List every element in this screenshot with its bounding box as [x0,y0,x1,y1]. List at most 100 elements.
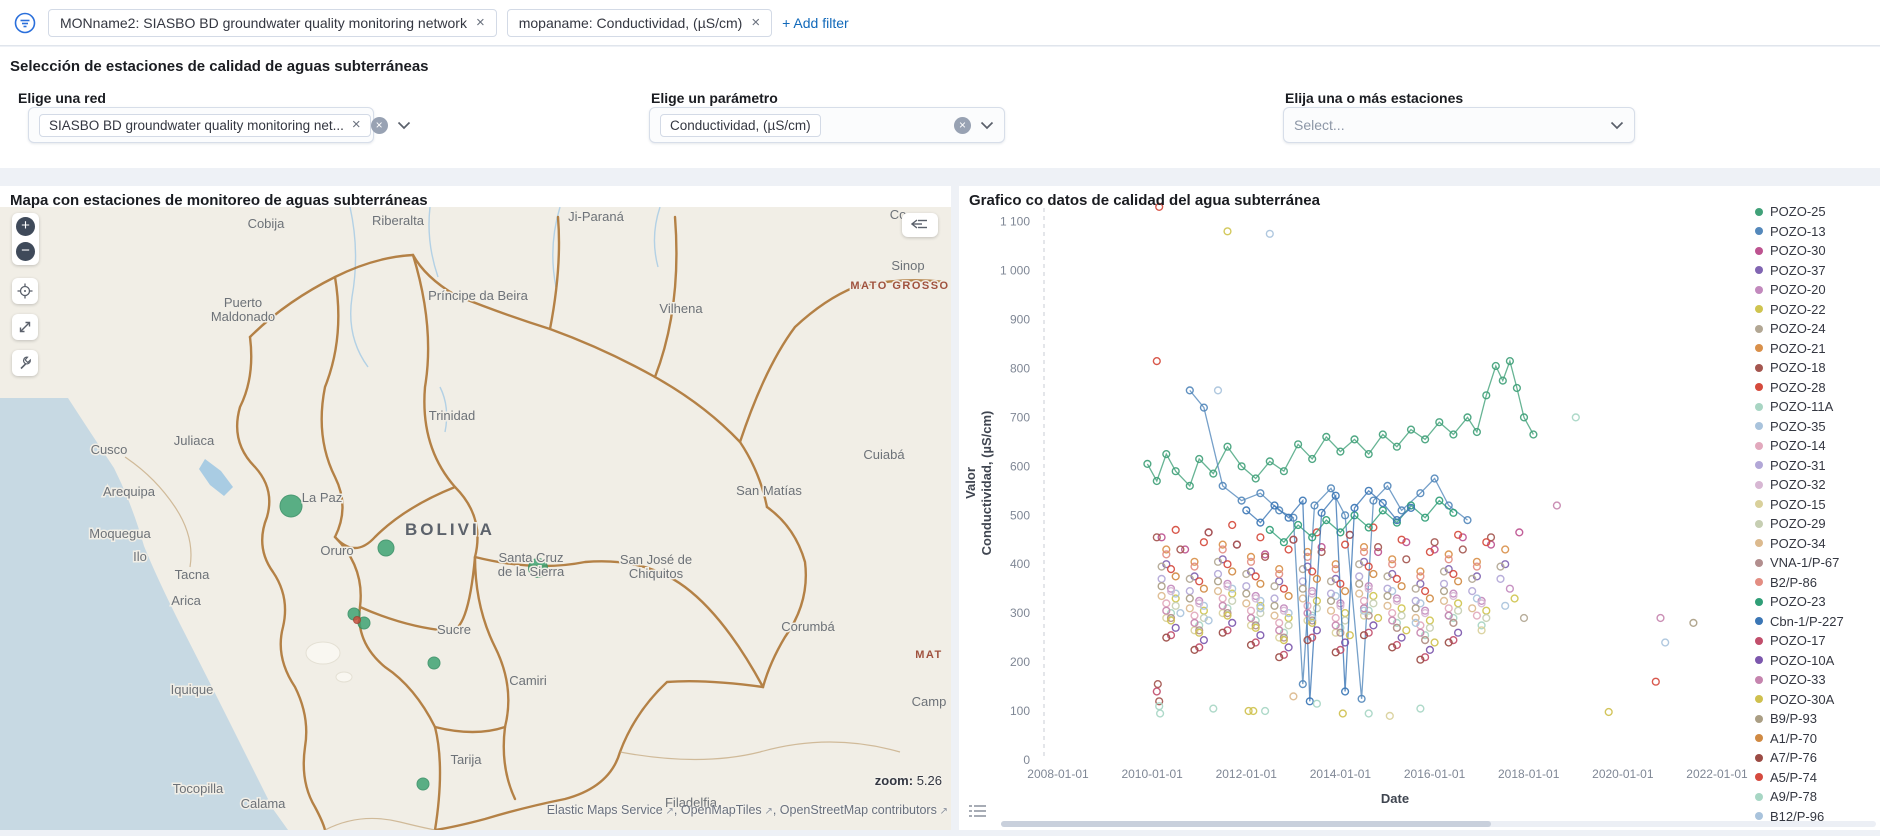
station-marker[interactable] [354,617,361,624]
legend-item[interactable]: A1/P-70 [1755,729,1877,749]
data-point [1511,595,1518,602]
map-place-label: Arequipa [103,484,156,499]
map-canvas[interactable]: CobijaRiberaltaJi-ParanáCoSinopMATO GROS… [0,207,951,830]
attribution-link[interactable]: Elastic Maps Service [547,803,663,817]
map-tools-button[interactable] [12,350,38,376]
attribution-link[interactable]: OpenStreetMap contributors [780,803,937,817]
y-axis-subtitle: Conductividad, (µS/cm) [979,411,994,556]
legend-label: POZO-13 [1770,224,1826,239]
filter-pill-network[interactable]: MONname2: SIASBO BD groundwater quality … [48,9,497,37]
legend-item[interactable]: A7/P-76 [1755,748,1877,768]
legend-item[interactable]: POZO-32 [1755,475,1877,495]
legend-item[interactable]: POZO-15 [1755,495,1877,515]
legend-item[interactable]: POZO-35 [1755,417,1877,437]
legend-item[interactable]: Cbn-1/P-227 [1755,612,1877,632]
data-point [1191,563,1198,570]
legend-item[interactable]: POZO-21 [1755,339,1877,359]
parameter-combobox[interactable]: Conductividad, (µS/cm) × [649,107,1005,143]
data-point [1332,615,1339,622]
data-point [1450,509,1457,516]
parameter-clear-icon[interactable]: × [954,117,971,134]
network-clear-icon[interactable]: × [371,117,388,134]
legend-item[interactable]: POZO-18 [1755,358,1877,378]
network-chevron-down-icon[interactable] [397,121,411,130]
legend-item[interactable]: POZO-30A [1755,690,1877,710]
data-point [1361,549,1368,556]
legend-swatch-icon [1755,325,1763,333]
legend-swatch-icon [1755,578,1763,586]
x-tick-label: 2010-01-01 [1121,767,1183,781]
stations-select[interactable]: Select... [1283,107,1635,143]
stations-field-label: Elija una o más estaciones [1285,90,1463,106]
legend-item[interactable]: POZO-33 [1755,670,1877,690]
legend-item[interactable]: B9/P-93 [1755,709,1877,729]
data-point [1398,634,1405,641]
data-point [1417,573,1424,580]
legend-item[interactable]: POZO-22 [1755,300,1877,320]
map-fit-bounds-button[interactable] [12,314,38,340]
attribution-link[interactable]: OpenMapTiles [681,803,762,817]
map-place-label: MATO GROSSO [850,280,949,292]
legend-label: POZO-23 [1770,594,1826,609]
data-point [1403,627,1410,634]
chart-data-list-button[interactable] [967,800,989,822]
legend-label: A1/P-70 [1770,731,1817,746]
map-collapse-layers-button[interactable] [902,213,938,237]
chart-horizontal-scrollbar[interactable] [1001,821,1876,827]
legend-item[interactable]: B2/P-86 [1755,573,1877,593]
station-marker[interactable] [428,657,440,669]
data-point [1172,624,1179,631]
data-point [1172,602,1179,609]
data-point [1163,600,1170,607]
legend-item[interactable]: POZO-29 [1755,514,1877,534]
station-marker[interactable] [280,495,302,517]
data-point [1281,585,1288,592]
filter-pill-network-close-icon[interactable]: × [476,17,485,29]
parameter-chevron-down-icon[interactable] [980,121,994,130]
data-point [1314,598,1321,605]
legend-item[interactable]: A5/P-74 [1755,768,1877,788]
legend-item[interactable]: POZO-28 [1755,378,1877,398]
filter-pill-parameter-close-icon[interactable]: × [751,17,760,29]
data-point [1229,522,1236,529]
x-tick-label: 2022-01-01 [1686,767,1748,781]
map-zoom-in-button[interactable]: + [16,217,35,236]
legend-item[interactable]: POZO-37 [1755,261,1877,281]
legend-item[interactable]: A9/P-78 [1755,787,1877,807]
legend-item[interactable]: POZO-10A [1755,651,1877,671]
legend-item[interactable]: POZO-14 [1755,436,1877,456]
data-point [1299,595,1306,602]
data-point [1474,612,1481,619]
legend-item[interactable]: POZO-17 [1755,631,1877,651]
filter-pill-parameter[interactable]: mopaname: Conductividad, (µS/cm) × [507,9,772,37]
legend-item[interactable]: POZO-24 [1755,319,1877,339]
legend-item[interactable]: POZO-34 [1755,534,1877,554]
x-tick-label: 2016-01-01 [1404,767,1466,781]
legend-label: POZO-14 [1770,438,1826,453]
station-marker[interactable] [378,540,394,556]
filter-app-icon[interactable] [12,10,38,36]
legend-item[interactable]: POZO-23 [1755,592,1877,612]
network-pill-close-icon[interactable]: × [352,119,361,131]
legend-item[interactable]: POZO-30 [1755,241,1877,261]
parameter-selected-pill[interactable]: Conductividad, (µS/cm) [660,114,821,137]
legend-item[interactable]: POZO-25 [1755,202,1877,222]
network-combobox[interactable]: SIASBO BD groundwater quality monitoring… [28,107,374,143]
legend-item[interactable]: VNA-1/P-67 [1755,553,1877,573]
legend-item[interactable]: POZO-20 [1755,280,1877,300]
legend-item[interactable]: POZO-31 [1755,456,1877,476]
legend-label: POZO-28 [1770,380,1826,395]
map-zoom-out-button[interactable]: − [16,242,35,261]
data-point [1158,583,1165,590]
data-point [1450,620,1457,627]
legend-label: POZO-11A [1770,399,1833,414]
add-filter-button[interactable]: + Add filter [782,15,849,31]
network-selected-pill[interactable]: SIASBO BD groundwater quality monitoring… [39,114,371,137]
legend-item[interactable]: POZO-11A [1755,397,1877,417]
stations-chevron-down-icon[interactable] [1610,121,1624,130]
legend-item[interactable]: POZO-13 [1755,222,1877,242]
map-locate-button[interactable] [12,278,38,304]
data-point [1314,700,1321,707]
station-marker[interactable] [417,778,429,790]
y-tick-label: 900 [1010,312,1030,326]
